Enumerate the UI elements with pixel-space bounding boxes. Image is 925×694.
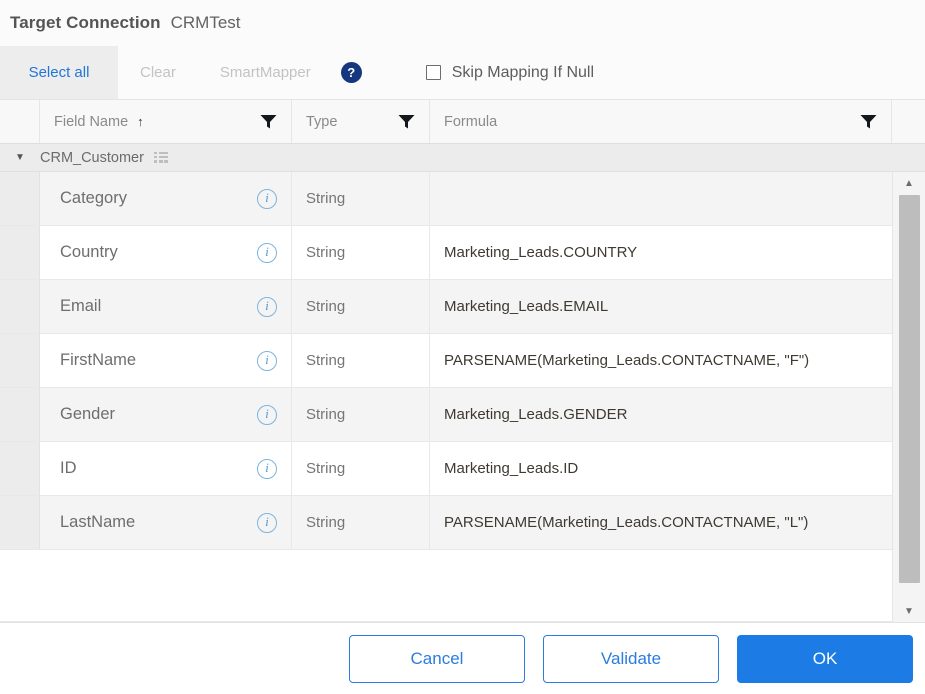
row-type-cell[interactable]: String [292, 334, 430, 387]
help-icon[interactable]: ? [340, 62, 362, 83]
page-title: Target Connection [10, 13, 161, 32]
grid-header-row: Field Name ↑ Type Formula [0, 100, 925, 144]
row-formula-cell[interactable]: PARSENAME(Marketing_Leads.CONTACTNAME, "… [430, 496, 892, 549]
select-all-button[interactable]: Select all [0, 46, 118, 99]
row-indent [0, 442, 40, 495]
column-header-field-name-label: Field Name [54, 113, 129, 130]
sort-ascending-icon[interactable]: ↑ [137, 115, 144, 128]
grid-header-scroll-pad [892, 100, 925, 143]
row-formula-cell[interactable]: PARSENAME(Marketing_Leads.CONTACTNAME, "… [430, 334, 892, 387]
row-formula-cell[interactable]: Marketing_Leads.GENDER [430, 388, 892, 441]
row-field-name-label: LastName [60, 513, 136, 531]
table-row[interactable]: LastName i String PARSENAME(Marketing_Le… [0, 496, 892, 550]
table-row[interactable]: Country i String Marketing_Leads.COUNTRY [0, 226, 892, 280]
dialog-footer: Cancel Validate OK [0, 622, 925, 694]
filter-funnel-icon-formula[interactable] [860, 114, 877, 129]
info-icon[interactable]: i [257, 458, 277, 479]
row-indent [0, 334, 40, 387]
info-icon[interactable]: i [257, 350, 277, 371]
info-icon[interactable]: i [257, 242, 277, 263]
clear-button[interactable]: Clear [118, 46, 198, 99]
row-type-cell[interactable]: String [292, 388, 430, 441]
scrollbar-thumb[interactable] [898, 195, 920, 583]
row-formula-cell[interactable]: Marketing_Leads.COUNTRY [430, 226, 892, 279]
row-field-name-label: Country [60, 243, 118, 261]
skip-mapping-if-null-control[interactable]: Skip Mapping If Null [425, 46, 595, 99]
row-type-cell[interactable]: String [292, 496, 430, 549]
cancel-button[interactable]: Cancel [349, 634, 525, 683]
column-header-type-label: Type [306, 113, 338, 130]
vertical-scrollbar[interactable]: ▲ ▼ [892, 172, 925, 622]
row-field-name-cell[interactable]: LastName i [40, 496, 292, 549]
grid-rows-area: Category i String Country i String Marke… [0, 172, 892, 622]
row-field-name-cell[interactable]: Category i [40, 172, 292, 225]
row-type-cell[interactable]: String [292, 226, 430, 279]
dialog-titlebar: Target Connection CRMTest [0, 0, 925, 46]
row-field-name-label: ID [60, 459, 77, 477]
row-field-name-cell[interactable]: Email i [40, 280, 292, 333]
grid-body: Category i String Country i String Marke… [0, 172, 925, 622]
column-header-type[interactable]: Type [292, 100, 430, 143]
group-expand-caret-icon[interactable]: ▼ [0, 152, 40, 163]
filter-funnel-icon-field-name[interactable] [260, 114, 277, 129]
row-type-cell[interactable]: String [292, 442, 430, 495]
row-field-name-cell[interactable]: Country i [40, 226, 292, 279]
row-field-name-label: Email [60, 297, 102, 315]
table-row[interactable]: FirstName i String PARSENAME(Marketing_L… [0, 334, 892, 388]
scrollbar-track[interactable] [893, 194, 925, 600]
group-row-crm-customer[interactable]: ▼ CRM_Customer [0, 144, 925, 172]
column-header-field-name[interactable]: Field Name ↑ [40, 100, 292, 143]
grid-header-indent [0, 100, 40, 143]
scroll-down-arrow-icon[interactable]: ▼ [892, 600, 925, 622]
grid-empty-area [0, 550, 892, 622]
help-button-wrapper: ? [333, 46, 370, 99]
info-icon[interactable]: i [257, 188, 277, 209]
group-row-label: CRM_Customer [40, 149, 144, 166]
skip-mapping-label: Skip Mapping If Null [451, 63, 595, 81]
row-indent [0, 496, 40, 549]
row-type-cell[interactable]: String [292, 172, 430, 225]
row-formula-cell[interactable] [430, 172, 892, 225]
table-row[interactable]: Category i String [0, 172, 892, 226]
row-field-name-cell[interactable]: Gender i [40, 388, 292, 441]
table-row[interactable]: Email i String Marketing_Leads.EMAIL [0, 280, 892, 334]
row-field-name-label: FirstName [60, 351, 137, 369]
mapping-toolbar: Select all Clear SmartMapper ? Skip Mapp… [0, 46, 925, 100]
row-type-cell[interactable]: String [292, 280, 430, 333]
row-field-name-label: Category [60, 189, 127, 207]
info-icon[interactable]: i [257, 512, 277, 533]
table-row[interactable]: ID i String Marketing_Leads.ID [0, 442, 892, 496]
smartmapper-button[interactable]: SmartMapper [198, 46, 333, 99]
filter-funnel-icon-type[interactable] [398, 114, 415, 129]
target-connection-dialog: Target Connection CRMTest Select all Cle… [0, 0, 925, 694]
row-field-name-cell[interactable]: ID i [40, 442, 292, 495]
row-formula-cell[interactable]: Marketing_Leads.EMAIL [430, 280, 892, 333]
column-header-formula-label: Formula [444, 113, 498, 130]
connection-name: CRMTest [170, 13, 241, 32]
validate-button[interactable]: Validate [543, 634, 719, 683]
info-icon[interactable]: i [257, 296, 277, 317]
row-field-name-cell[interactable]: FirstName i [40, 334, 292, 387]
skip-mapping-checkbox[interactable] [425, 65, 441, 80]
row-formula-cell[interactable]: Marketing_Leads.ID [430, 442, 892, 495]
column-header-formula[interactable]: Formula [430, 100, 892, 143]
row-indent [0, 388, 40, 441]
table-grid-icon [153, 151, 168, 164]
row-indent [0, 172, 40, 225]
table-row[interactable]: Gender i String Marketing_Leads.GENDER [0, 388, 892, 442]
scroll-up-arrow-icon[interactable]: ▲ [892, 172, 925, 194]
info-icon[interactable]: i [257, 404, 277, 425]
row-indent [0, 280, 40, 333]
row-field-name-label: Gender [60, 405, 116, 423]
row-indent [0, 226, 40, 279]
ok-button[interactable]: OK [737, 634, 913, 683]
